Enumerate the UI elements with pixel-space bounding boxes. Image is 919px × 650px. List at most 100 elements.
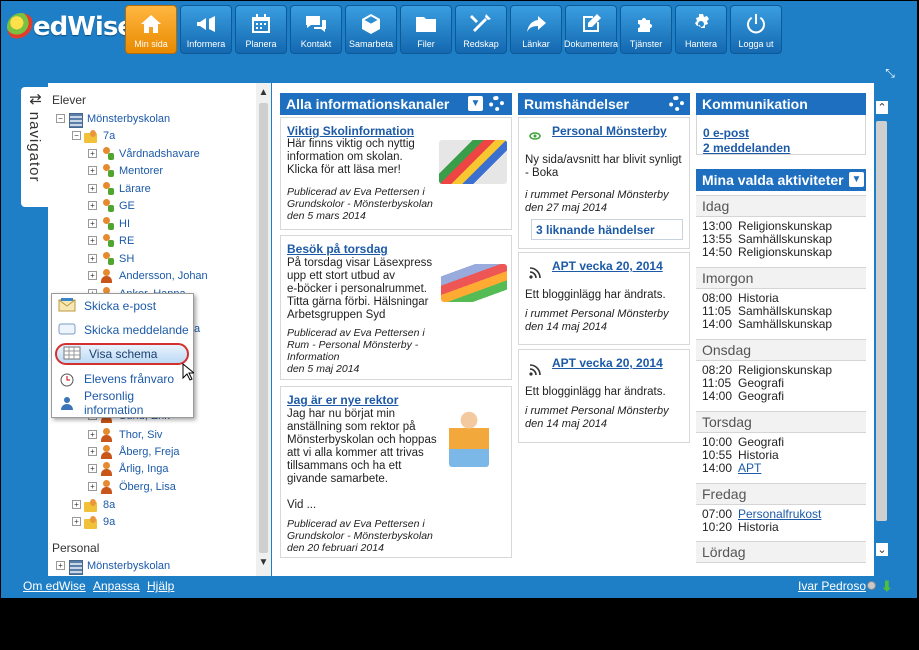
toolbar-filer[interactable]: Filer — [400, 5, 452, 54]
tree-node-group[interactable]: + HI — [88, 215, 130, 232]
collapse-view-icon[interactable]: ⤡ — [883, 66, 897, 80]
room-event-link[interactable]: APT vecka 20, 2014 — [552, 356, 663, 370]
post-title-link[interactable]: Viktig Skolinformation — [287, 124, 414, 138]
expand-icon[interactable]: + — [88, 166, 97, 175]
scroll-down-icon[interactable]: ▼ — [258, 557, 269, 568]
school-icon — [67, 112, 83, 128]
day-heading: Imorgon — [696, 267, 866, 289]
scroll-up-icon[interactable]: ▲ — [258, 87, 269, 98]
collapse-icon[interactable]: − — [72, 131, 81, 140]
tree-scrollbar[interactable]: ▲ ▼ — [256, 83, 271, 576]
toolbar-informera[interactable]: Informera — [180, 5, 232, 54]
footer-link-about[interactable]: Om edWise — [23, 579, 86, 593]
toolbar-redskap[interactable]: Redskap — [455, 5, 507, 54]
room-event-link[interactable]: Personal Mönsterby — [552, 124, 667, 138]
expand-icon[interactable]: + — [88, 219, 97, 228]
expand-icon[interactable]: + — [88, 149, 97, 158]
chevron-down-icon[interactable]: ▼ — [468, 96, 483, 111]
activity-row[interactable]: 14:00 Geografi — [696, 390, 866, 403]
activity-row[interactable]: 14:00 APT — [696, 462, 866, 475]
expand-icon[interactable]: + — [88, 201, 97, 210]
expand-icon[interactable]: + — [88, 184, 97, 193]
tree-node-student[interactable]: + Årlig, Inga — [88, 460, 169, 477]
tree-node-class-7a[interactable]: − 7a — [72, 127, 115, 144]
tree-node-group[interactable]: + Lärare — [88, 180, 151, 197]
toolbar-kontakt[interactable]: Kontakt — [290, 5, 342, 54]
scroll-down-icon[interactable]: ⌄ — [876, 543, 888, 556]
tree-node-group[interactable]: + Mentorer — [88, 162, 163, 179]
tree-node-label: Andersson, Johan — [119, 269, 208, 282]
expand-icon[interactable]: + — [88, 254, 97, 263]
tree-node-student[interactable]: + Andersson, Johan — [88, 267, 208, 284]
footer-link-customize[interactable]: Anpassa — [93, 579, 140, 593]
scroll-thumb[interactable] — [259, 103, 268, 553]
tree-node-student[interactable]: + Öberg, Lisa — [88, 478, 176, 495]
footer-link-help[interactable]: Hjälp — [147, 579, 174, 593]
group-icon — [83, 515, 99, 529]
tree-node-group[interactable]: + SH — [88, 250, 134, 267]
toolbar-tjanster[interactable]: Tjänster — [620, 5, 672, 54]
activity-row[interactable]: 14:00 Samhällskunskap — [696, 318, 866, 331]
room-event-link[interactable]: APT vecka 20, 2014 — [552, 259, 663, 273]
post-body: Här finns viktig och nyttig information o… — [287, 138, 415, 176]
expand-icon[interactable]: + — [88, 447, 97, 456]
expand-icon[interactable]: + — [56, 561, 65, 570]
tree-node-student-fragment[interactable]: a — [194, 320, 200, 337]
edwise-logo[interactable]: edWise — [7, 9, 135, 45]
menu-show-schedule[interactable]: Visa schema — [55, 343, 189, 365]
tree-node-student[interactable]: + Åberg, Freja — [88, 443, 180, 460]
tree-node-class-8a[interactable]: +8a — [72, 496, 115, 513]
arrow-icon — [523, 12, 549, 36]
info-post: Viktig Skolinformation Här finns viktig … — [280, 117, 512, 230]
current-user-link[interactable]: Ivar Pedroso — [798, 579, 866, 593]
main-scrollbar[interactable]: ⌃ ⌄ — [874, 97, 890, 563]
room-event-text: Ny sida/avsnitt har blivit synligt - Boka — [525, 154, 682, 179]
menu-student-absence[interactable]: Elevens frånvaro — [52, 368, 193, 390]
tree-node-personal-school[interactable]: + Mönsterbyskolan — [56, 557, 170, 575]
person-icon — [99, 427, 115, 442]
activity-row[interactable]: 14:50 Religionskunskap — [696, 246, 866, 259]
toolbar-dokumentera[interactable]: Dokumentera — [564, 5, 618, 54]
post-title-link[interactable]: Jag är er nye rektor — [287, 393, 398, 407]
toolbar-samarbeta[interactable]: Samarbeta — [345, 5, 397, 54]
toolbar-hantera[interactable]: Hantera — [675, 5, 727, 54]
scroll-up-icon[interactable]: ⌃ — [876, 101, 888, 114]
toolbar-logga-ut[interactable]: Logga ut — [730, 5, 782, 54]
collapse-icon[interactable]: − — [56, 114, 65, 123]
navigator-tab[interactable]: ⇅ navigator — [21, 87, 49, 207]
similar-events-link[interactable]: 3 liknande händelser — [531, 219, 683, 240]
toolbar-min-sida[interactable]: Min sida — [125, 5, 177, 54]
email-count-link[interactable]: 0 e-post — [703, 126, 749, 140]
expand-icon[interactable]: + — [72, 500, 81, 509]
expand-icon[interactable]: + — [88, 236, 97, 245]
tree-node-school[interactable]: − Mönsterbyskolan — [56, 110, 170, 128]
expand-icon[interactable]: + — [88, 271, 97, 280]
expand-icon[interactable]: + — [88, 482, 97, 491]
toolbar-planera[interactable]: Planera — [235, 5, 287, 54]
expand-icon[interactable]: + — [88, 430, 97, 439]
tree-node-group[interactable]: + Vårdnadshavare — [88, 145, 200, 162]
gear-icon[interactable] — [669, 96, 684, 111]
tree-node-group[interactable]: + GE — [88, 197, 135, 214]
expand-icon[interactable]: + — [88, 464, 97, 473]
tree-node-class-9a[interactable]: +9a — [72, 513, 115, 530]
messages-count-link[interactable]: 2 meddelanden — [703, 141, 790, 155]
edwise-app: edWise Min sida Informera Planera Kontak… — [1, 1, 917, 598]
post-title-link[interactable]: Besök på torsdag — [287, 242, 388, 256]
navigator-label: ⇅ navigator — [26, 93, 43, 183]
menu-send-message[interactable]: Skicka meddelande — [52, 319, 193, 341]
tree-node-group[interactable]: + RE — [88, 232, 134, 249]
menu-personal-info[interactable]: Personlig information — [52, 389, 193, 417]
download-arrow-icon[interactable]: ⬇ — [881, 579, 893, 593]
tree-node-student[interactable]: + Thor, Siv — [88, 426, 162, 443]
activity-row[interactable]: 10:20 Historia — [696, 521, 866, 534]
menu-send-email[interactable]: Skicka e-post — [52, 295, 193, 317]
day-group: Imorgon 08:00 Historia 11:05 Samhällskunsk… — [696, 267, 866, 331]
scroll-thumb[interactable] — [876, 121, 887, 521]
toolbar-lankar[interactable]: Länkar — [510, 5, 562, 54]
folder-icon — [413, 12, 439, 36]
gear-icon[interactable] — [489, 96, 504, 111]
chevron-down-icon[interactable]: ▼ — [849, 172, 864, 187]
expand-icon[interactable]: + — [72, 517, 81, 526]
toolbar-label: Länkar — [522, 39, 550, 49]
